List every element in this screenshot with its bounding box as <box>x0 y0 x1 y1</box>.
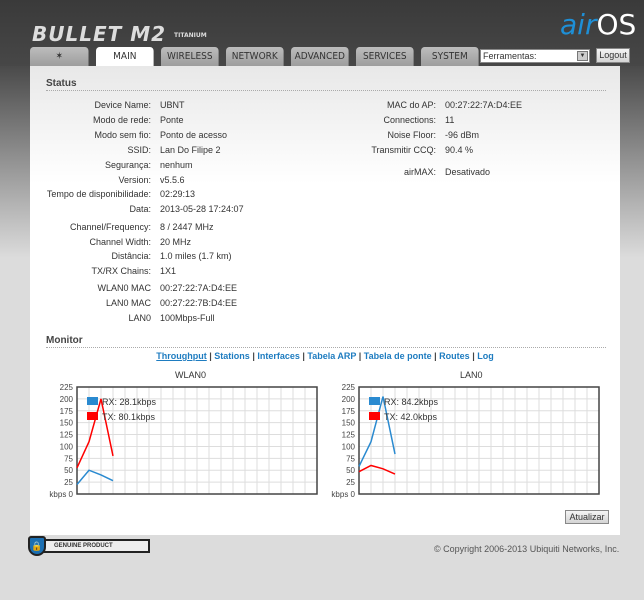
lock-shield-icon: 🔒 <box>28 536 46 556</box>
legend-label: RX: 28.1kbps <box>102 397 157 407</box>
y-tick-label: 50 <box>64 466 73 475</box>
throughput-charts: kbps 0 25 50 75 100 125 150 175 200 225 RX: 28.1kb… <box>49 383 600 499</box>
legend-swatch <box>87 412 98 420</box>
y-tick-label: 100 <box>342 442 356 451</box>
tab-ubiquiti-logo[interactable]: ✶ <box>30 47 89 66</box>
y-tick-label: 25 <box>346 478 355 487</box>
content-panel: Status Device Name: UBNT Modo de rede: Pont… <box>30 66 620 535</box>
y-tick-label: kbps 0 <box>49 490 73 499</box>
chevron-down-icon: ▼ <box>577 51 588 61</box>
product-logo: BULLET M2 TITANIUM <box>32 22 207 46</box>
y-tick-label: 200 <box>60 395 74 404</box>
airos-logo: airOS <box>560 8 637 41</box>
legend-swatch <box>87 397 98 405</box>
tab-services[interactable]: SERVICES <box>356 47 414 66</box>
y-tick-label: 125 <box>342 431 356 440</box>
y-tick-label: 225 <box>60 383 74 392</box>
tab-advanced[interactable]: ADVANCED <box>291 47 349 66</box>
refresh-button[interactable]: Atualizar <box>565 510 609 524</box>
y-tick-label: 125 <box>60 431 74 440</box>
tab-main[interactable]: MAIN <box>96 47 154 67</box>
logout-button[interactable]: Logout <box>596 48 630 63</box>
y-tick-label: 75 <box>346 454 355 463</box>
ubiquiti-logo-icon: ✶ <box>55 51 64 62</box>
y-tick-label: 200 <box>342 395 356 404</box>
legend-swatch <box>369 412 380 420</box>
y-tick-label: 75 <box>64 454 73 463</box>
legend-swatch <box>369 397 380 405</box>
y-tick-label: 50 <box>346 466 355 475</box>
y-tick-label: 150 <box>60 419 74 428</box>
genuine-product-badge: GENUINE PRODUCT 🔒 <box>28 536 150 556</box>
series-line-tx <box>76 398 114 469</box>
legend-label: TX: 80.1kbps <box>102 412 156 422</box>
y-tick-label: 175 <box>60 407 74 416</box>
tools-select[interactable]: Ferramentas: ▼ <box>480 49 590 63</box>
y-tick-label: 225 <box>342 383 356 392</box>
y-tick-label: 25 <box>64 478 73 487</box>
legend-label: TX: 42.0kbps <box>384 412 438 422</box>
y-tick-label: 100 <box>60 442 74 451</box>
tab-wireless[interactable]: WIRELESS <box>161 47 219 66</box>
copyright: © Copyright 2006-2013 Ubiquiti Networks,… <box>434 544 620 554</box>
tab-network[interactable]: NETWORK <box>226 47 284 66</box>
main-tabs: ✶ MAIN WIRELESS NETWORK ADVANCED SERVICE… <box>30 47 485 67</box>
y-tick-label: 175 <box>342 407 356 416</box>
tab-system[interactable]: SYSTEM <box>421 47 479 66</box>
legend-label: RX: 84.2kbps <box>384 397 439 407</box>
y-tick-label: kbps 0 <box>331 490 355 499</box>
y-tick-label: 150 <box>342 419 356 428</box>
